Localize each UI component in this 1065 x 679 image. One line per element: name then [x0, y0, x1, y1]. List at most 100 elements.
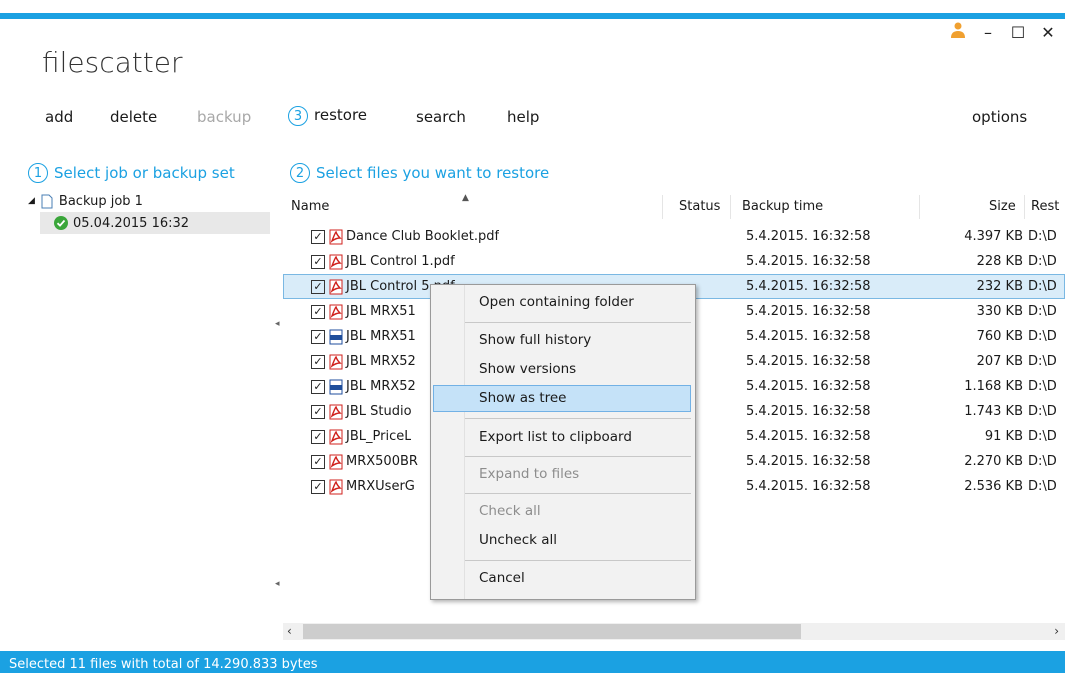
backup-time-cell: 5.4.2015. 16:32:58	[746, 229, 871, 244]
menu-separator	[465, 418, 691, 419]
minimize-button[interactable]: –	[979, 23, 997, 42]
checkbox[interactable]: ✓	[311, 404, 325, 419]
menu-separator	[465, 560, 691, 561]
menu-item-expand-files[interactable]: Expand to files	[433, 461, 691, 488]
close-button[interactable]: ✕	[1039, 23, 1057, 42]
col-backup-time[interactable]: Backup time	[742, 195, 823, 219]
backup-time-cell: 5.4.2015. 16:32:58	[746, 354, 871, 369]
step-1-icon: 1	[28, 163, 48, 183]
left-title-label: Select job or backup set	[54, 164, 235, 182]
restore-path-cell: D:\D	[1028, 279, 1057, 294]
tiff-file-icon	[329, 329, 343, 345]
file-name: JBL Control 1.pdf	[346, 254, 455, 269]
checkbox[interactable]: ✓	[311, 379, 325, 394]
backup-time-cell: 5.4.2015. 16:32:58	[746, 329, 871, 344]
file-name: MRX500BR	[346, 454, 418, 469]
file-name-cell: ✓ JBL_PriceL	[311, 424, 411, 449]
title-bar	[0, 0, 1065, 13]
job-label: Backup job 1	[58, 193, 143, 209]
left-section-title: 1 Select job or backup set	[28, 163, 235, 183]
checkbox[interactable]: ✓	[311, 429, 325, 444]
backup-button[interactable]: backup	[197, 108, 251, 126]
column-divider[interactable]	[1024, 195, 1025, 219]
job-tree: ◢ Backup job 1 05.04.2015 16:32	[28, 190, 270, 234]
right-section-title: 2 Select files you want to restore	[290, 163, 549, 183]
file-name-cell: ✓ MRXUserG	[311, 474, 415, 499]
table-row[interactable]: ✓ Dance Club Booklet.pdf 5.4.2015. 16:32:5…	[283, 224, 1065, 249]
maximize-button[interactable]: ☐	[1009, 23, 1027, 42]
restore-path-cell: D:\D	[1028, 479, 1057, 494]
tree-item-job[interactable]: ◢ Backup job 1	[28, 190, 270, 212]
checkbox[interactable]: ✓	[311, 229, 325, 244]
file-name: Dance Club Booklet.pdf	[346, 229, 500, 244]
restore-path-cell: D:\D	[1028, 379, 1057, 394]
menu-item-full-history[interactable]: Show full history	[433, 327, 691, 354]
horizontal-scrollbar[interactable]: ‹ ›	[283, 623, 1065, 640]
checkbox[interactable]: ✓	[311, 479, 325, 494]
checkbox[interactable]: ✓	[311, 454, 325, 469]
splitter-arrow-icon: ◂	[275, 319, 280, 329]
menu-item-uncheck-all[interactable]: Uncheck all	[433, 527, 691, 554]
pdf-file-icon	[329, 354, 343, 370]
pane-splitter[interactable]: ◂ ◂	[275, 319, 280, 589]
checkbox[interactable]: ✓	[311, 304, 325, 319]
accent-bar	[0, 13, 1065, 19]
scroll-thumb[interactable]	[303, 624, 801, 639]
column-divider[interactable]	[662, 195, 663, 219]
column-divider[interactable]	[919, 195, 920, 219]
file-name: JBL MRX52	[346, 379, 416, 394]
pdf-file-icon	[329, 229, 343, 245]
user-icon[interactable]	[949, 22, 967, 42]
menu-item-check-all[interactable]: Check all	[433, 498, 691, 525]
checkbox[interactable]: ✓	[311, 354, 325, 369]
backup-time-cell: 5.4.2015. 16:32:58	[746, 304, 871, 319]
menu-separator	[465, 322, 691, 323]
options-button[interactable]: options	[972, 108, 1027, 126]
pdf-file-icon	[329, 254, 343, 270]
restore-path-cell: D:\D	[1028, 304, 1057, 319]
collapse-icon[interactable]: ◢	[28, 196, 35, 206]
file-name: MRXUserG	[346, 479, 415, 494]
size-cell: 760 KB	[976, 329, 1023, 344]
file-icon	[41, 194, 53, 208]
menu-item-show-as-tree[interactable]: Show as tree	[433, 385, 691, 412]
size-cell: 1.743 KB	[964, 404, 1023, 419]
backup-time-cell: 5.4.2015. 16:32:58	[746, 454, 871, 469]
col-restore[interactable]: Rest	[1031, 195, 1059, 219]
delete-button[interactable]: delete	[110, 108, 157, 126]
scroll-right-icon[interactable]: ›	[1054, 623, 1059, 640]
tiff-file-icon	[329, 379, 343, 395]
menu-item-open-folder[interactable]: Open containing folder	[433, 289, 691, 316]
file-name-cell: ✓ JBL Studio	[311, 399, 412, 424]
search-button[interactable]: search	[416, 108, 466, 126]
app-title: filescatter	[42, 46, 183, 79]
menu-item-export-clipboard[interactable]: Export list to clipboard	[433, 424, 691, 451]
checkbox[interactable]: ✓	[311, 254, 325, 269]
col-name[interactable]: Name	[291, 195, 329, 219]
pdf-file-icon	[329, 279, 343, 295]
checkbox[interactable]: ✓	[311, 279, 325, 294]
file-name-cell: ✓ JBL Control 1.pdf	[311, 249, 455, 274]
checkbox[interactable]: ✓	[311, 329, 325, 344]
pdf-file-icon	[329, 429, 343, 445]
restore-path-cell: D:\D	[1028, 229, 1057, 244]
size-cell: 232 KB	[976, 279, 1023, 294]
splitter-arrow-icon: ◂	[275, 579, 280, 589]
size-cell: 2.270 KB	[964, 454, 1023, 469]
add-button[interactable]: add	[45, 108, 73, 126]
scroll-left-icon[interactable]: ‹	[287, 623, 292, 640]
tree-item-backup-set[interactable]: 05.04.2015 16:32	[40, 212, 270, 234]
restore-button[interactable]: 3 restore	[288, 106, 367, 126]
size-cell: 228 KB	[976, 254, 1023, 269]
file-name: JBL MRX51	[346, 329, 416, 344]
col-size[interactable]: Size	[989, 195, 1016, 219]
window-controls: – ☐ ✕	[949, 22, 1057, 42]
column-divider[interactable]	[730, 195, 731, 219]
col-status[interactable]: Status	[679, 195, 720, 219]
menu-item-show-versions[interactable]: Show versions	[433, 356, 691, 383]
menu-item-cancel[interactable]: Cancel	[433, 565, 691, 592]
table-row[interactable]: ✓ JBL Control 1.pdf 5.4.2015. 16:32:58 228 …	[283, 249, 1065, 274]
check-circle-icon	[54, 216, 68, 230]
restore-path-cell: D:\D	[1028, 404, 1057, 419]
help-button[interactable]: help	[507, 108, 539, 126]
